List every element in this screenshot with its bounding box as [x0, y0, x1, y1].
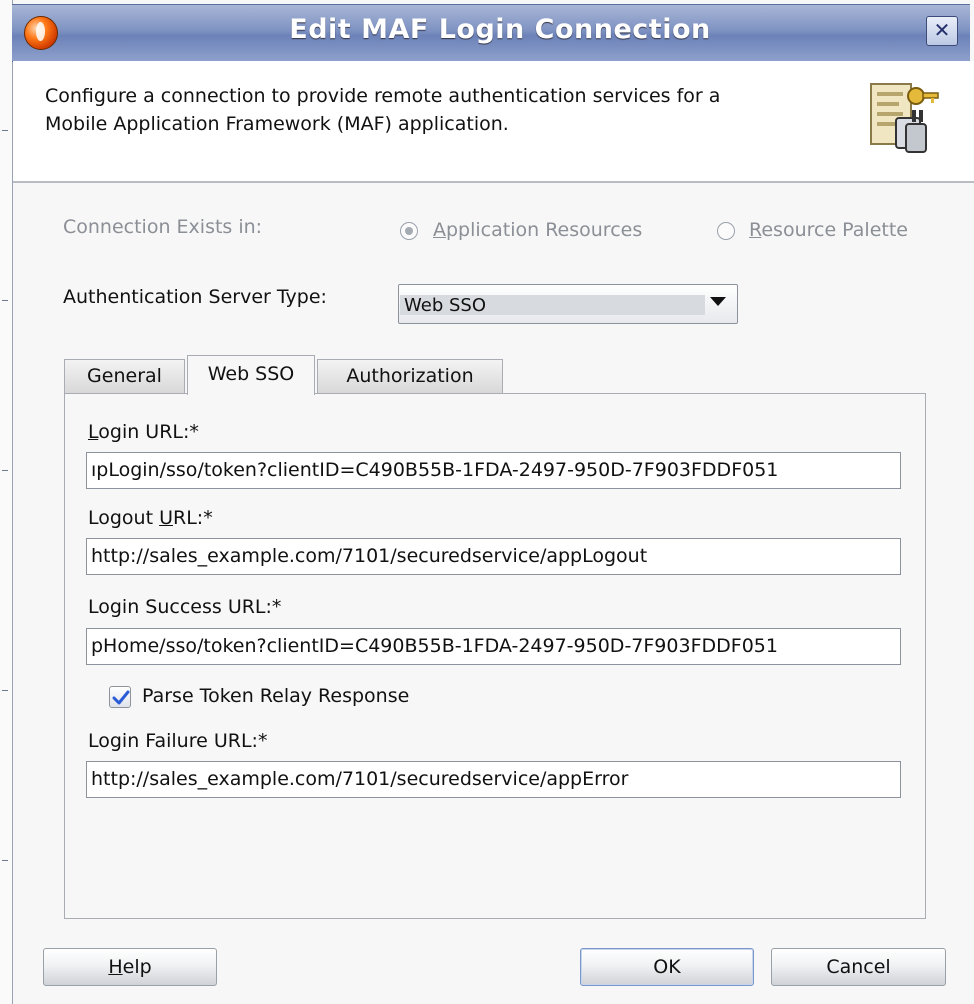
- header-description-line: Mobile Application Framework (MAF) appli…: [45, 113, 509, 135]
- tab-authorization[interactable]: Authorization: [317, 359, 503, 393]
- resource-palette-radio[interactable]: [717, 222, 735, 240]
- connection-exists-label: Connection Exists in:: [63, 216, 263, 238]
- login-success-url-label: Login Success URL:*: [88, 596, 282, 618]
- option-label: esource Palette: [761, 219, 908, 241]
- label-text: RL:*: [173, 507, 213, 529]
- logout-url-label: Logout URL:*: [88, 507, 213, 529]
- auth-server-type-label: Authentication Server Type:: [63, 286, 327, 308]
- login-failure-url-label: Login Failure URL:*: [88, 730, 268, 752]
- login-url-field[interactable]: ıpLogin/sso/token?clientID=C490B55B-1FDA…: [86, 452, 901, 489]
- logout-url-field[interactable]: http://sales_example.com/7101/securedser…: [86, 538, 901, 575]
- header-description: Configure a connection to provide remote…: [45, 82, 845, 138]
- mnemonic: A: [433, 219, 446, 241]
- close-button[interactable]: ✕: [926, 16, 958, 46]
- auth-server-type-value: Web SSO: [404, 295, 486, 316]
- parse-token-checkbox[interactable]: [109, 686, 131, 708]
- header-separator: [13, 181, 974, 183]
- login-url-label: Login URL:*: [88, 421, 199, 443]
- mnemonic: L: [88, 421, 99, 443]
- radio-selected-dot: [405, 227, 413, 235]
- button-label: elp: [122, 956, 152, 978]
- cancel-button[interactable]: Cancel: [771, 948, 946, 986]
- mnemonic: U: [159, 507, 174, 529]
- mnemonic: H: [108, 956, 123, 978]
- ok-button[interactable]: OK: [580, 948, 754, 986]
- tab-web-sso[interactable]: Web SSO: [187, 355, 315, 395]
- login-success-url-field[interactable]: pHome/sso/token?clientID=C490B55B-1FDA-2…: [86, 628, 901, 665]
- background-marker: [2, 300, 8, 301]
- chevron-down-icon[interactable]: [710, 297, 726, 306]
- background-marker: [2, 690, 8, 691]
- connection-key-icon: [868, 80, 940, 156]
- parse-token-label[interactable]: Parse Token Relay Response: [142, 685, 409, 707]
- tab-general[interactable]: General: [64, 359, 185, 393]
- app-icon-highlight: [36, 22, 45, 41]
- checkmark-icon: [112, 690, 130, 705]
- background-marker: [2, 860, 8, 861]
- background-marker: [2, 130, 8, 131]
- application-resources-label[interactable]: Application Resources: [433, 219, 642, 241]
- resource-palette-label[interactable]: Resource Palette: [749, 219, 908, 241]
- option-label: pplication Resources: [446, 219, 643, 241]
- mnemonic: R: [749, 219, 762, 241]
- login-failure-url-field[interactable]: http://sales_example.com/7101/securedser…: [86, 761, 901, 798]
- background-marker: [2, 470, 8, 471]
- help-button[interactable]: Help: [43, 948, 217, 986]
- header-description-line: Configure a connection to provide remote…: [45, 85, 721, 107]
- label-text: Logout: [88, 507, 160, 529]
- label-text: ogin URL:*: [98, 421, 199, 443]
- dialog-title: Edit MAF Login Connection: [289, 14, 711, 45]
